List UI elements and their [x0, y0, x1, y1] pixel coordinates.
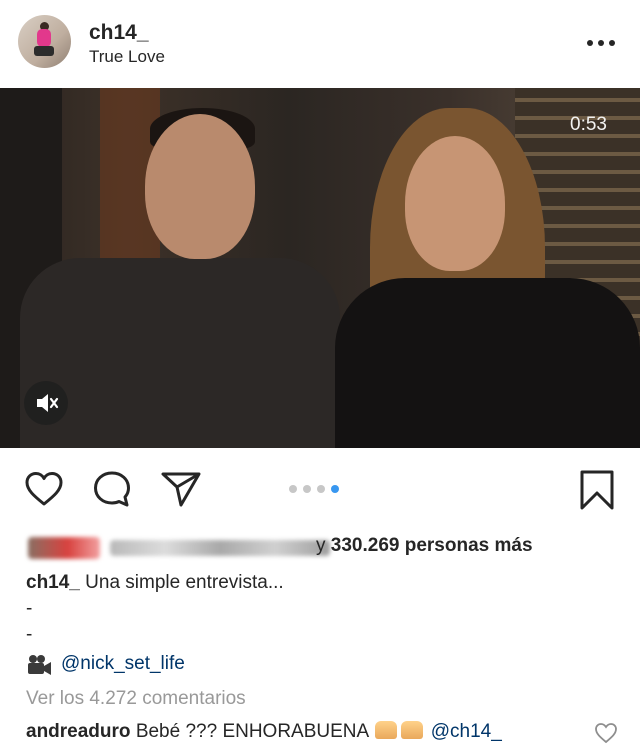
share-icon[interactable] — [160, 470, 202, 513]
raising-hands-emoji — [401, 721, 424, 739]
post-caption: ch14_ Una simple entrevista... — [26, 572, 284, 594]
raising-hands-emoji — [375, 721, 398, 739]
caption-text: Una simple entrevista... — [85, 572, 284, 593]
likes-row[interactable]: y 330.269 personas más — [26, 534, 626, 560]
heart-icon[interactable] — [24, 471, 64, 512]
post-username[interactable]: ch14_ — [89, 21, 149, 45]
caption-line: - — [26, 598, 33, 619]
more-horizontal-icon[interactable] — [585, 30, 617, 54]
caption-line: - — [26, 624, 33, 645]
carousel-dot — [317, 485, 325, 493]
movie-camera-icon — [26, 654, 52, 676]
comment-username[interactable]: andreaduro — [26, 721, 131, 742]
carousel-indicator — [289, 485, 353, 495]
bookmark-icon[interactable] — [579, 469, 615, 516]
carousel-dot-active — [331, 485, 339, 493]
comment: andreaduro Bebé ??? ENHORABUENA @ch14_ — [26, 721, 502, 743]
likes-count: y 330.269 personas más — [316, 535, 533, 556]
mention-link[interactable]: @nick_set_life — [61, 653, 185, 675]
caption-username[interactable]: ch14_ — [26, 572, 80, 593]
post-video[interactable]: 0:53 — [0, 88, 640, 448]
carousel-dot — [289, 485, 297, 493]
carousel-dot — [303, 485, 311, 493]
comment-text: Bebé ??? ENHORABUENA — [135, 721, 369, 742]
mute-icon[interactable] — [24, 381, 68, 425]
video-duration: 0:53 — [570, 114, 607, 135]
comment-icon[interactable] — [92, 470, 132, 513]
comment-like-heart-icon[interactable] — [594, 722, 618, 749]
post-location[interactable]: True Love — [89, 47, 165, 67]
liker-names-blurred — [110, 540, 330, 556]
liker-avatars-blurred — [28, 537, 100, 559]
post-header: ch14_ True Love — [0, 0, 640, 88]
view-comments-link[interactable]: Ver los 4.272 comentarios — [26, 688, 246, 710]
avatar[interactable] — [18, 15, 71, 68]
comment-mention[interactable]: @ch14_ — [431, 721, 502, 742]
